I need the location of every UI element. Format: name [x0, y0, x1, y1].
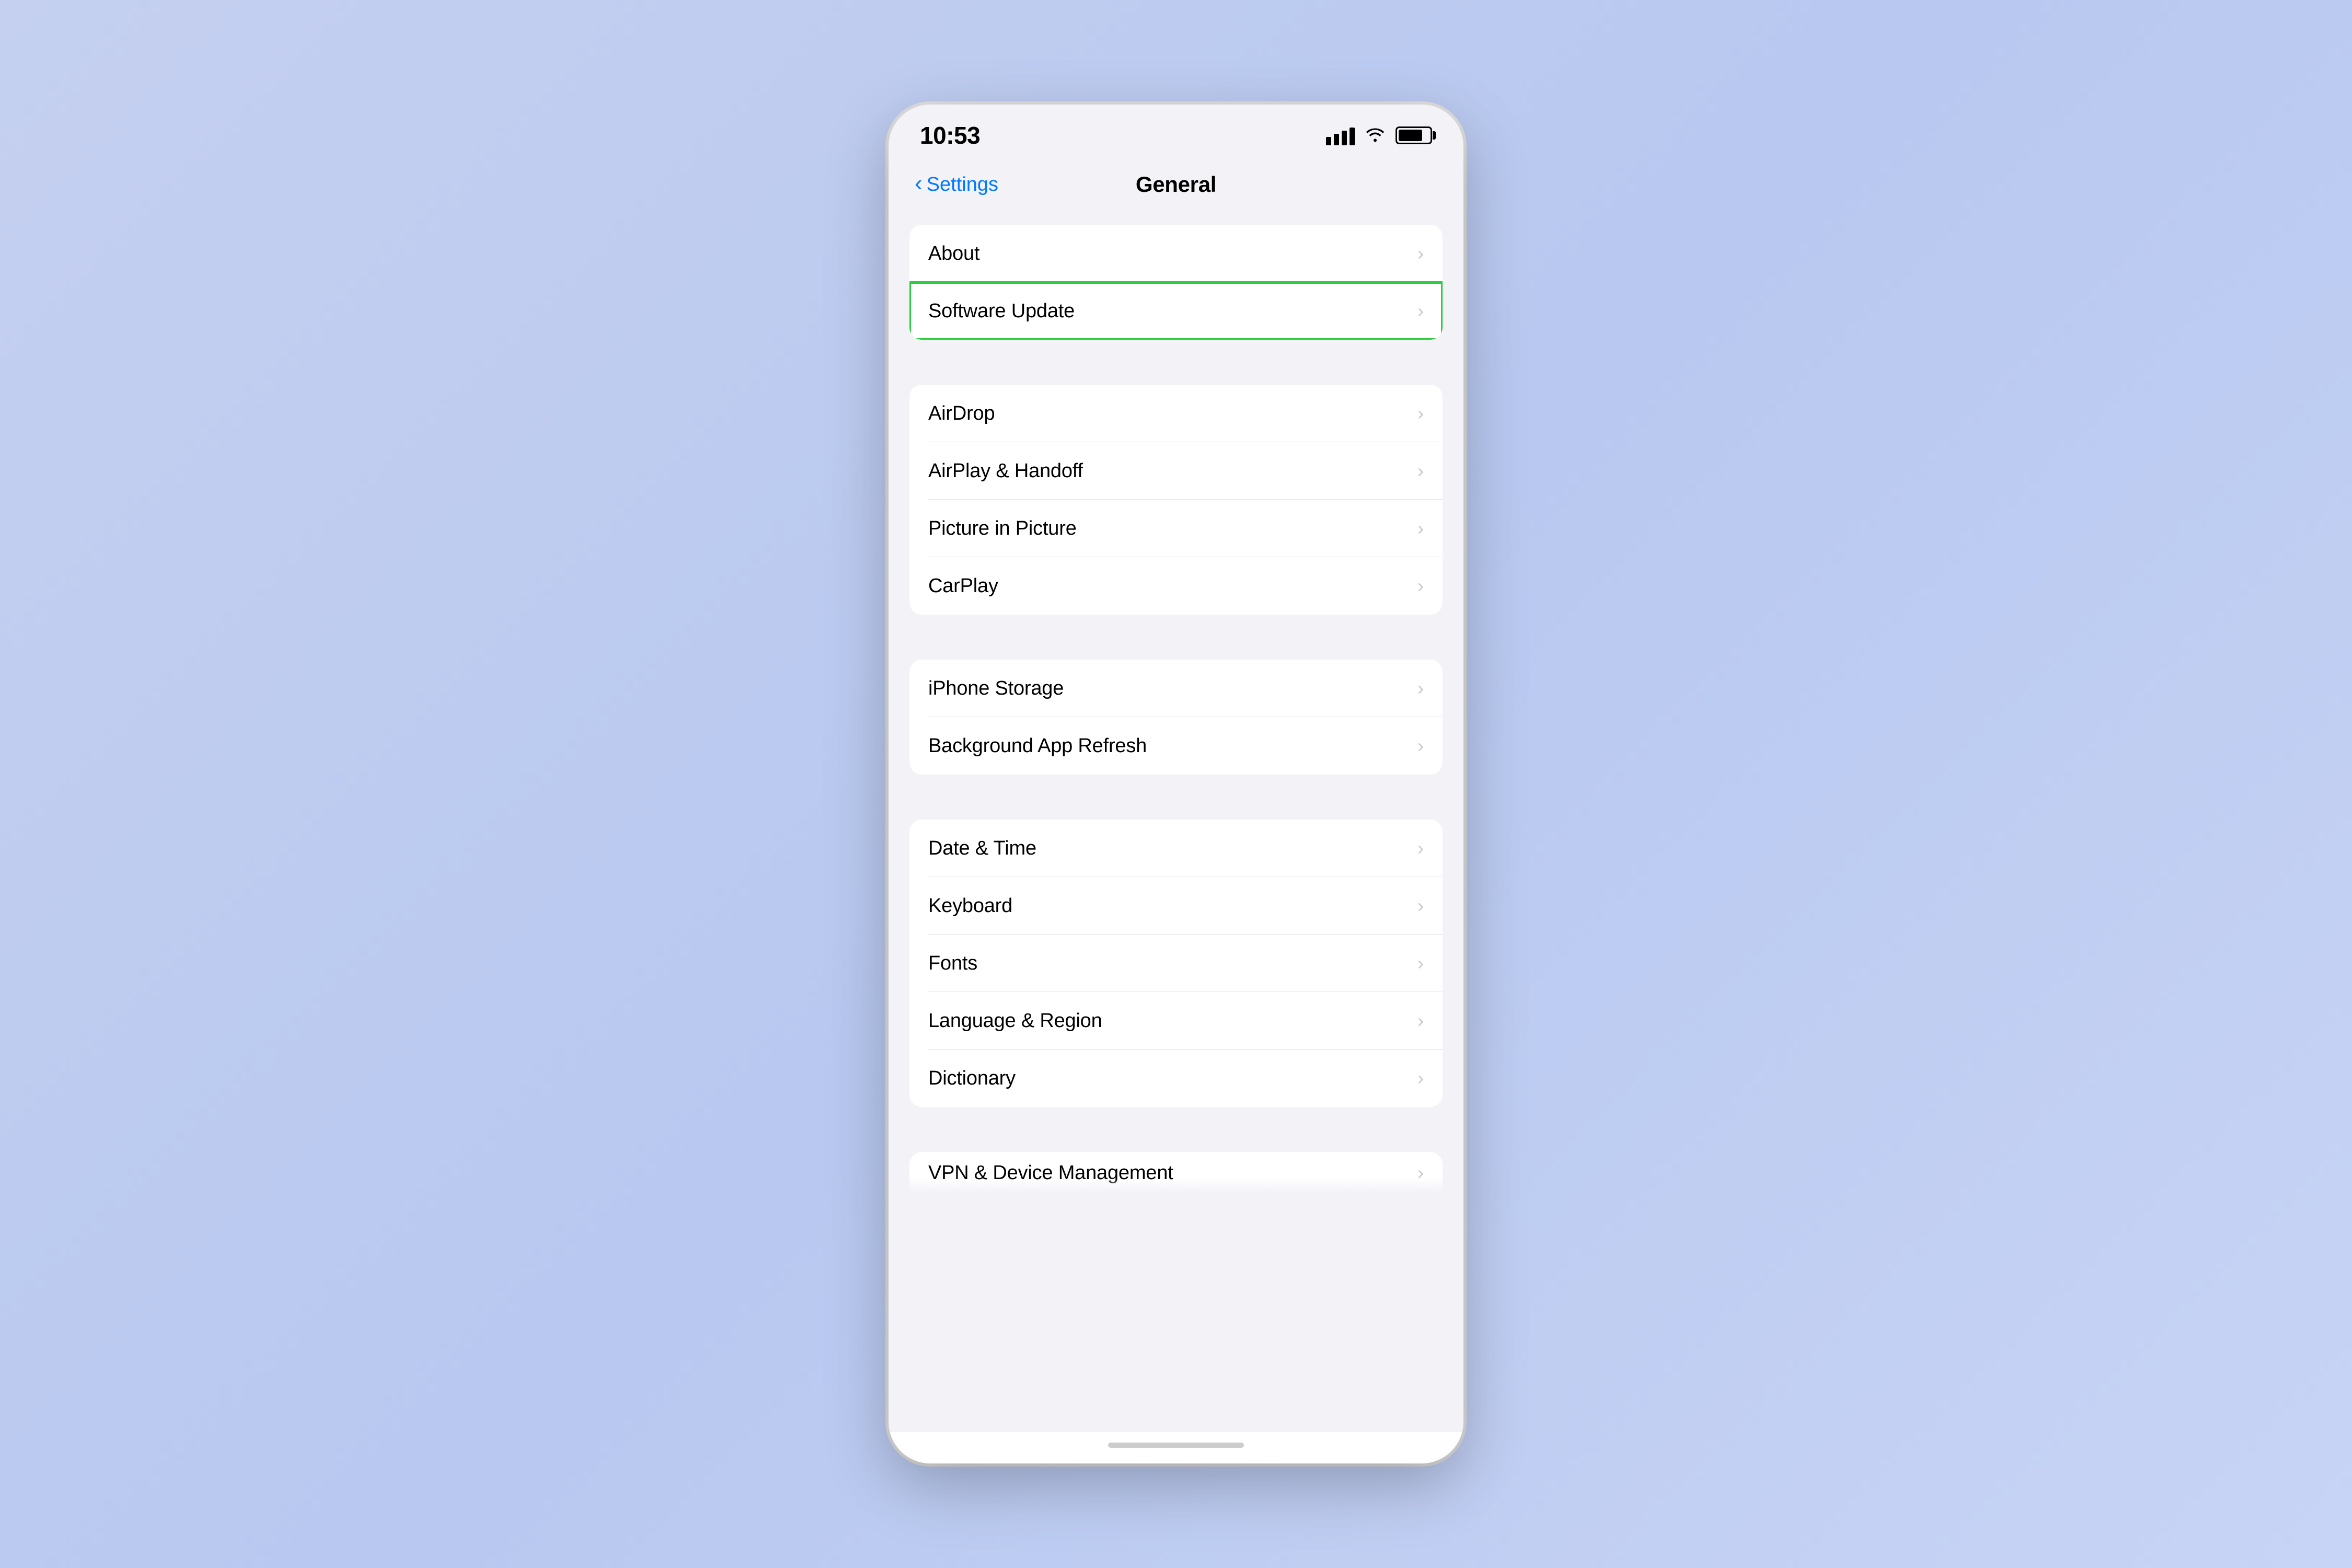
status-icons [1326, 124, 1432, 147]
back-button-label: Settings [927, 174, 998, 196]
menu-item-picture-in-picture[interactable]: Picture in Picture › [909, 500, 1443, 557]
menu-item-carplay[interactable]: CarPlay › [909, 557, 1443, 615]
menu-item-language-region[interactable]: Language & Region › [909, 992, 1443, 1050]
chevron-icon: › [1417, 1067, 1424, 1089]
menu-item-date-time[interactable]: Date & Time › [909, 820, 1443, 877]
chevron-icon: › [1417, 300, 1424, 322]
menu-item-background-app-refresh[interactable]: Background App Refresh › [909, 717, 1443, 775]
home-indicator-area [889, 1432, 1463, 1463]
status-time: 10:53 [920, 121, 980, 149]
gap-2 [889, 633, 1463, 660]
chevron-icon: › [1417, 575, 1424, 597]
signal-icon [1326, 125, 1355, 145]
menu-item-about[interactable]: About › [909, 225, 1443, 282]
menu-item-airplay-handoff[interactable]: AirPlay & Handoff › [909, 442, 1443, 500]
card-group-2: AirDrop › AirPlay & Handoff › Picture in… [909, 385, 1443, 615]
chevron-icon: › [1417, 1010, 1424, 1032]
chevron-icon: › [1417, 1162, 1424, 1184]
chevron-icon: › [1417, 243, 1424, 264]
nav-bar: ‹ Settings General [889, 157, 1463, 214]
card-group-3: iPhone Storage › Background App Refresh … [909, 660, 1443, 775]
section-3: iPhone Storage › Background App Refresh … [889, 660, 1463, 775]
wifi-icon [1364, 124, 1386, 147]
phone-frame: 10:53 ‹ Settings [889, 105, 1463, 1463]
section-4: Date & Time › Keyboard › Fonts › Languag… [889, 820, 1463, 1107]
chevron-icon: › [1417, 735, 1424, 757]
gap-3 [889, 793, 1463, 820]
chevron-icon: › [1417, 837, 1424, 859]
card-group-1: About › Software Update › [909, 225, 1443, 340]
menu-item-fonts[interactable]: Fonts › [909, 935, 1443, 992]
page-title: General [1136, 172, 1216, 197]
menu-item-airdrop[interactable]: AirDrop › [909, 385, 1443, 442]
menu-item-software-update[interactable]: Software Update › [909, 282, 1443, 340]
settings-content: About › Software Update › AirDrop › AirP… [889, 214, 1463, 1432]
chevron-icon: › [1417, 895, 1424, 917]
menu-item-vpn-device-management[interactable]: VPN & Device Management › [909, 1152, 1443, 1194]
chevron-icon: › [1417, 517, 1424, 539]
chevron-icon: › [1417, 952, 1424, 974]
chevron-icon: › [1417, 460, 1424, 482]
back-button[interactable]: ‹ Settings [915, 174, 998, 196]
gap-1 [889, 359, 1463, 385]
chevron-icon: › [1417, 402, 1424, 424]
menu-item-dictionary[interactable]: Dictionary › [909, 1050, 1443, 1107]
chevron-icon: › [1417, 677, 1424, 699]
status-bar: 10:53 [889, 105, 1463, 157]
section-1: About › Software Update › [889, 225, 1463, 340]
back-chevron-icon: ‹ [915, 172, 923, 195]
card-group-4: Date & Time › Keyboard › Fonts › Languag… [909, 820, 1443, 1107]
menu-item-keyboard[interactable]: Keyboard › [909, 877, 1443, 935]
battery-icon [1396, 126, 1432, 144]
section-2: AirDrop › AirPlay & Handoff › Picture in… [889, 385, 1463, 615]
menu-item-iphone-storage[interactable]: iPhone Storage › [909, 660, 1443, 717]
home-indicator [1108, 1443, 1244, 1448]
gap-4 [889, 1126, 1463, 1152]
